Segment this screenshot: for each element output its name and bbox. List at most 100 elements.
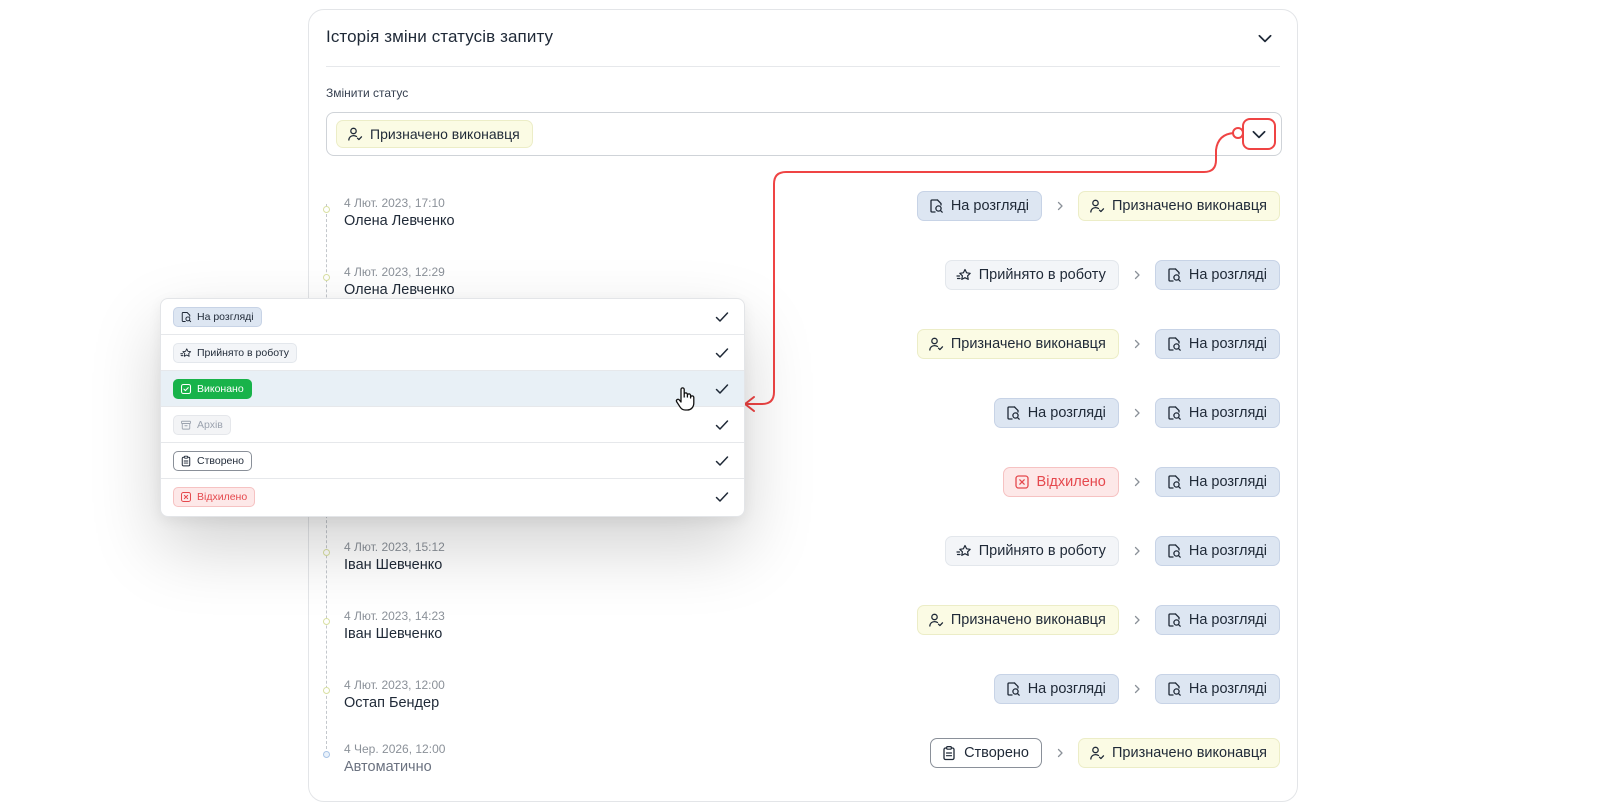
search-document-icon — [1166, 336, 1182, 352]
dropdown-option-accepted[interactable]: Прийнято в роботу — [161, 335, 744, 371]
check-icon — [714, 489, 730, 505]
search-document-icon — [1166, 405, 1182, 421]
check-square-icon — [180, 383, 192, 395]
search-document-icon — [1166, 612, 1182, 628]
option-chip: Виконано — [173, 378, 252, 399]
from-status-chip: Призначено виконавця — [916, 329, 1119, 359]
check-icon — [714, 381, 730, 397]
entry-date: 4 Лют. 2023, 15:12 — [344, 540, 445, 554]
search-document-icon — [1166, 474, 1182, 490]
entry-user: Остап Бендер — [344, 695, 440, 711]
to-status-label: На розгляді — [1188, 336, 1267, 352]
check-icon — [714, 453, 730, 469]
to-status-label: На розгляді — [1188, 267, 1267, 283]
entry-date: 4 Лют. 2023, 17:10 — [344, 196, 445, 210]
user-check-icon — [1089, 198, 1105, 214]
from-status-chip: На розгляді — [993, 398, 1119, 428]
from-status-chip: На розгляді — [993, 674, 1119, 704]
entry-user: Іван Шевченко — [344, 557, 443, 573]
chevron-right-icon — [1131, 614, 1143, 626]
check-icon — [714, 345, 730, 361]
to-status-chip: На розгляді — [1154, 329, 1280, 359]
to-status-chip: На розгляді — [1154, 260, 1280, 290]
option-chip: Архів — [173, 414, 231, 435]
status-transition: Призначено виконавця На розгляді — [916, 605, 1280, 635]
search-document-icon — [928, 198, 944, 214]
to-status-label: Призначено виконавця — [1111, 198, 1267, 214]
option-chip: На розгляді — [173, 306, 262, 327]
clipboard-icon — [180, 455, 192, 467]
from-status-chip: Призначено виконавця — [916, 605, 1119, 635]
to-status-chip: На розгляді — [1154, 605, 1280, 635]
status-transition: Прийнято в роботу На розгляді — [944, 536, 1280, 566]
dropdown-option-done[interactable]: Виконано — [161, 371, 744, 407]
entry-date: 4 Чер. 2026, 12:00 — [344, 742, 446, 756]
entry-user: Олена Левченко — [344, 213, 455, 229]
chevron-right-icon — [1131, 476, 1143, 488]
status-transition: Прийнято в роботу На розгляді — [944, 260, 1280, 290]
from-status-chip: Прийнято в роботу — [944, 536, 1119, 566]
entry-date: 4 Лют. 2023, 12:29 — [344, 265, 445, 279]
option-label: Створено — [197, 454, 245, 467]
status-transition: На розгляді На розгляді — [993, 398, 1280, 428]
entry-date: 4 Лют. 2023, 12:00 — [344, 678, 445, 692]
to-status-label: На розгляді — [1188, 543, 1267, 559]
from-status-label: Призначено виконавця — [950, 612, 1106, 628]
chevron-right-icon — [1131, 407, 1143, 419]
chevron-right-icon — [1131, 269, 1143, 281]
chevron-right-icon — [1054, 747, 1066, 759]
to-status-label: На розгляді — [1188, 405, 1267, 421]
from-status-label: Створено — [964, 745, 1029, 761]
x-square-icon — [1014, 474, 1030, 490]
chevron-right-icon — [1131, 683, 1143, 695]
chevron-right-icon — [1054, 200, 1066, 212]
status-transition: Призначено виконавця На розгляді — [916, 329, 1280, 359]
from-status-chip: Відхилено — [1002, 467, 1119, 497]
archive-icon — [180, 419, 192, 431]
star-speed-icon — [956, 267, 972, 283]
to-status-chip: На розгляді — [1154, 398, 1280, 428]
option-label: Відхилено — [197, 491, 248, 503]
option-chip: Прийнято в роботу — [173, 342, 298, 363]
option-label: Прийнято в роботу — [197, 346, 290, 359]
star-speed-icon — [180, 347, 192, 359]
from-status-chip: Прийнято в роботу — [944, 260, 1119, 290]
option-label: Архів — [197, 418, 223, 431]
option-label: На розгляді — [197, 310, 254, 323]
option-chip: Відхилено — [173, 487, 256, 507]
check-icon — [714, 309, 730, 325]
to-status-label: На розгляді — [1188, 681, 1267, 697]
clipboard-icon — [941, 745, 957, 761]
timeline-dot — [323, 206, 330, 213]
status-transition: Створено Призначено виконавця — [930, 738, 1280, 768]
timeline-dot — [323, 618, 330, 625]
from-status-label: Відхилено — [1036, 474, 1106, 490]
search-document-icon — [180, 311, 192, 323]
dropdown-option-rejected[interactable]: Відхилено — [161, 479, 744, 515]
from-status-label: Прийнято в роботу — [978, 543, 1106, 559]
from-status-chip: На розгляді — [916, 191, 1042, 221]
dropdown-option-review[interactable]: На розгляді — [161, 299, 744, 335]
from-status-label: На розгляді — [1027, 681, 1106, 697]
from-status-label: Прийнято в роботу — [978, 267, 1106, 283]
entry-user: Іван Шевченко — [344, 626, 443, 642]
user-check-icon — [1089, 745, 1105, 761]
search-document-icon — [1166, 681, 1182, 697]
timeline-dot — [323, 687, 330, 694]
to-status-chip: Призначено виконавця — [1077, 738, 1280, 768]
entry-user: Автоматично — [344, 759, 432, 775]
chevron-right-icon — [1131, 545, 1143, 557]
search-document-icon — [1005, 405, 1021, 421]
check-icon — [714, 417, 730, 433]
entry-user: Олена Левченко — [344, 282, 455, 298]
to-status-chip: Призначено виконавця — [1077, 191, 1280, 221]
user-check-icon — [928, 336, 944, 352]
dropdown-option-archive[interactable]: Архів — [161, 407, 744, 443]
to-status-label: На розгляді — [1188, 474, 1267, 490]
to-status-label: Призначено виконавця — [1111, 745, 1267, 761]
dropdown-option-created[interactable]: Створено — [161, 443, 744, 479]
option-chip: Створено — [173, 450, 253, 471]
star-speed-icon — [956, 543, 972, 559]
to-status-chip: На розгляді — [1154, 674, 1280, 704]
from-status-label: На розгляді — [950, 198, 1029, 214]
